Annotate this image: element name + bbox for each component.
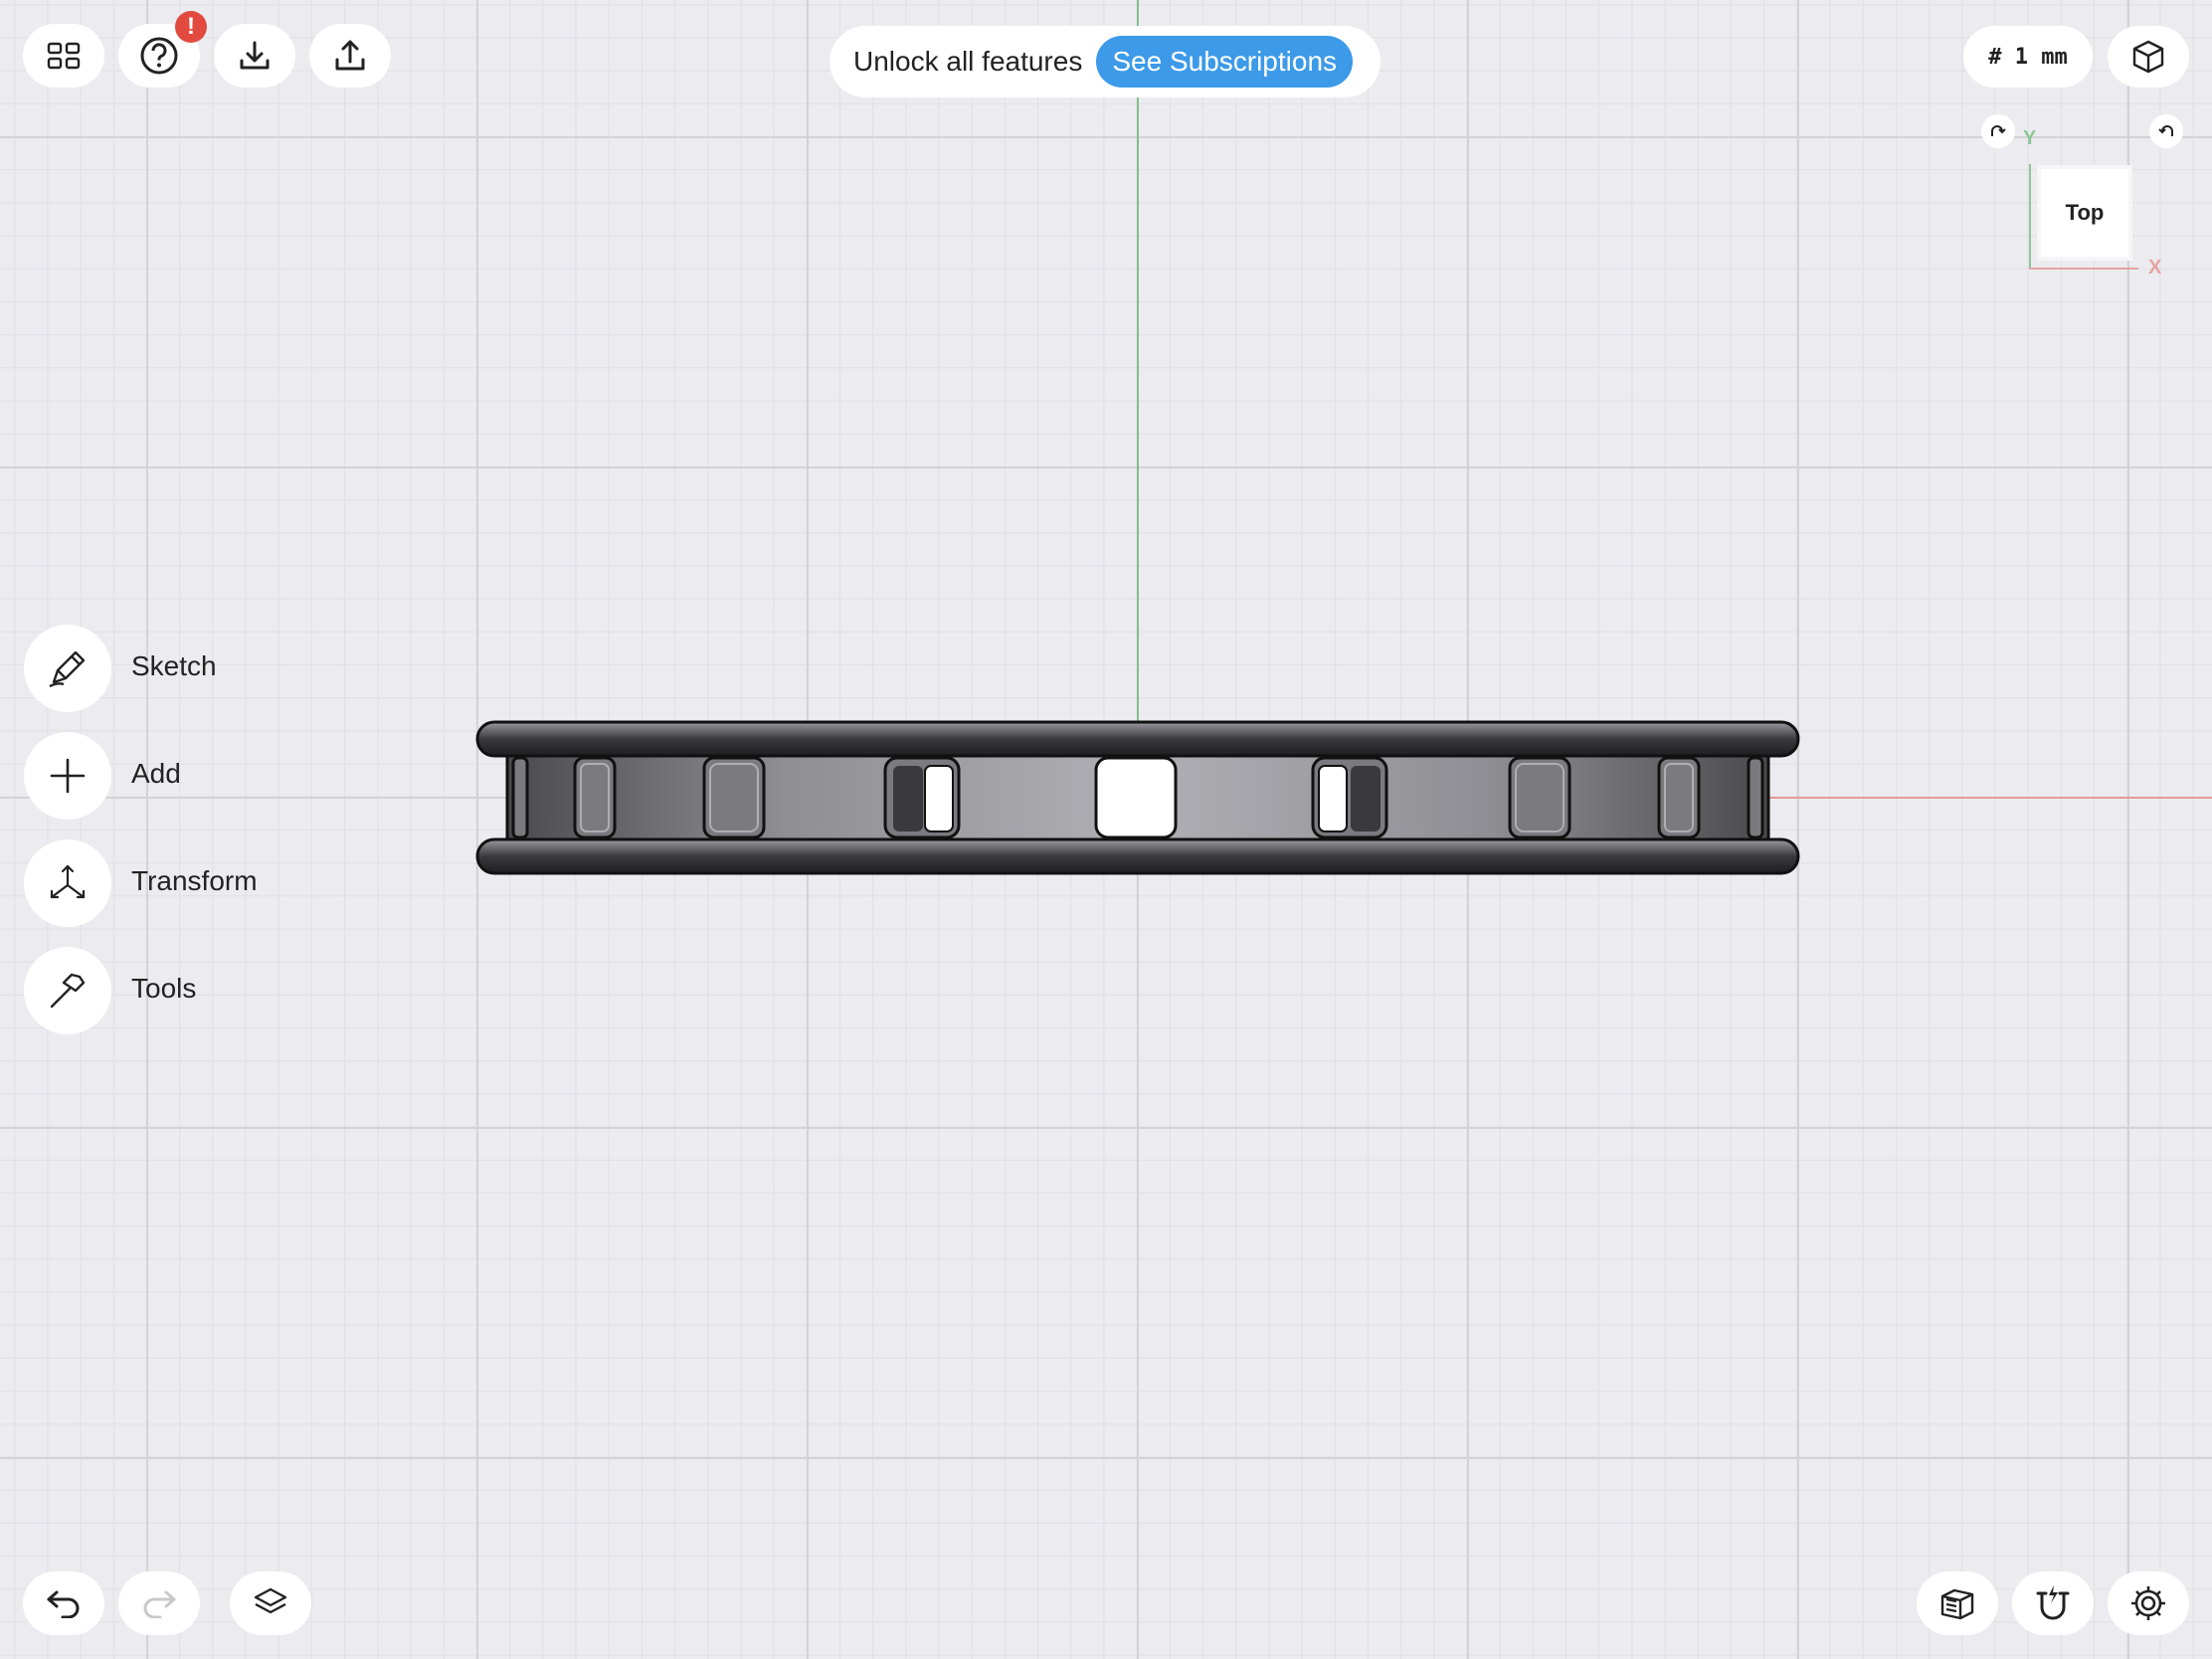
notification-badge: ! (175, 11, 207, 43)
section-view-icon (1940, 1588, 1974, 1620)
rotate-view-cw-button[interactable] (1981, 114, 2015, 148)
tools-button[interactable] (24, 947, 111, 1034)
hammer-icon (50, 973, 86, 1009)
sketch-label: Sketch (131, 650, 217, 681)
grid-size-button[interactable]: # 1 mm (1963, 26, 2093, 88)
redo-button[interactable] (118, 1571, 200, 1635)
help-icon (140, 37, 178, 75)
snap-magnet-button[interactable] (2012, 1571, 2094, 1635)
grid-menu-button[interactable] (23, 24, 104, 88)
see-subscriptions-button[interactable]: See Subscriptions (1096, 36, 1354, 88)
download-icon (240, 41, 270, 70)
model-shape (475, 720, 1800, 875)
view-mode-button[interactable] (2108, 26, 2189, 88)
rotate-cw-icon (1991, 125, 2006, 136)
plus-icon (50, 758, 86, 794)
grid-icon (47, 42, 81, 70)
tools-label: Tools (131, 973, 197, 1004)
add-label: Add (131, 758, 181, 789)
layers-button[interactable] (230, 1571, 311, 1635)
settings-gear-icon (2131, 1586, 2165, 1620)
sketch-button[interactable] (24, 625, 111, 712)
view-cube-y-axis (2029, 164, 2031, 269)
layers-icon (254, 1587, 287, 1614)
share-button[interactable] (309, 24, 391, 88)
y-axis-line (1137, 0, 1139, 736)
share-icon (335, 40, 365, 71)
settings-button[interactable] (2108, 1571, 2189, 1635)
download-button[interactable] (214, 24, 295, 88)
transform-button[interactable] (24, 839, 111, 927)
cube-perspective-icon (2132, 40, 2164, 74)
x-axis-line (1751, 797, 2212, 799)
view-cube-top-face[interactable]: Top (2041, 169, 2128, 257)
transform-label: Transform (131, 865, 258, 896)
undo-button[interactable] (23, 1571, 104, 1635)
redo-icon (143, 1590, 176, 1618)
view-cube-y-label: Y (2023, 127, 2037, 149)
transform-icon (50, 864, 86, 899)
undo-icon (47, 1590, 80, 1618)
view-cube-x-label: X (2148, 257, 2162, 278)
model-object[interactable] (475, 718, 1800, 882)
snap-magnet-icon (2036, 1585, 2070, 1620)
rotate-view-ccw-button[interactable] (2149, 114, 2183, 148)
rotate-ccw-icon (2158, 125, 2173, 136)
banner-text: Unlock all features (853, 46, 1083, 77)
pencil-icon (49, 650, 86, 688)
add-button[interactable] (24, 732, 111, 820)
view-cube-x-axis (2029, 268, 2138, 270)
subscription-banner: Unlock all features See Subscriptions (830, 26, 1381, 97)
section-view-button[interactable] (1917, 1571, 1998, 1635)
